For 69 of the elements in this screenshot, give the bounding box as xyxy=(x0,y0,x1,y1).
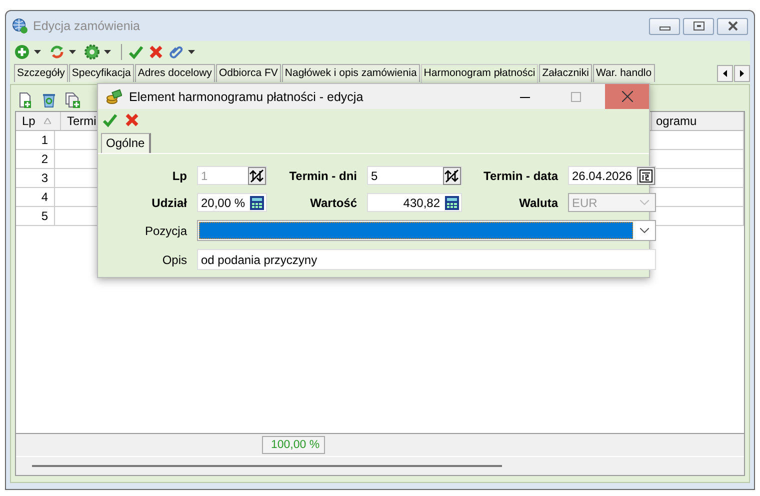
close-button[interactable] xyxy=(717,18,748,34)
triangle-right-icon xyxy=(740,70,744,77)
recycle-bin-icon[interactable] xyxy=(41,92,57,108)
field-label: Udział xyxy=(150,196,187,210)
tab[interactable]: Specyfikacja xyxy=(68,64,134,82)
field-label: Pozycja xyxy=(144,224,187,238)
restore-icon xyxy=(692,21,704,31)
field-label: Opis xyxy=(161,252,187,266)
calendar-icon[interactable] xyxy=(637,166,655,184)
chevron-down-icon xyxy=(640,200,649,205)
tab[interactable]: Szczegóły xyxy=(14,64,68,82)
tab[interactable]: Ogólne xyxy=(101,133,151,153)
input-field[interactable]: 430,82 xyxy=(367,193,462,212)
maximize-icon xyxy=(571,92,581,102)
field-label: Termin - dni xyxy=(288,168,357,182)
table-cell: 1 xyxy=(16,131,55,149)
close-button[interactable] xyxy=(605,84,649,109)
dropdown[interactable] xyxy=(197,220,656,241)
column-header[interactable]: Lp xyxy=(16,112,61,130)
caret-icon[interactable] xyxy=(69,50,76,54)
input-field[interactable]: 20,00 % xyxy=(197,193,267,212)
paperclip-icon[interactable] xyxy=(168,44,184,60)
chevron-down-icon xyxy=(640,228,649,233)
tab[interactable]: Adres docelowy xyxy=(134,64,215,82)
tab[interactable]: Odbiorca FV xyxy=(216,64,281,82)
add-icon[interactable] xyxy=(14,44,30,60)
input-field[interactable]: 5 xyxy=(367,166,462,185)
close-icon xyxy=(726,21,738,31)
scroll-right-button[interactable] xyxy=(734,65,750,82)
column-header[interactable]: ogramu xyxy=(652,112,744,130)
cross-icon[interactable] xyxy=(148,44,164,60)
caret-icon[interactable] xyxy=(34,50,41,54)
coins-icon xyxy=(106,88,122,104)
scrollbar[interactable] xyxy=(32,465,502,467)
calculator-icon[interactable] xyxy=(248,194,266,212)
dialog-title: Element harmonogramu płatności - edycja xyxy=(129,90,364,104)
field-label: Wartość xyxy=(309,196,357,210)
table-cell: 3 xyxy=(16,169,55,187)
scroll-left-button[interactable] xyxy=(717,65,733,82)
caret-icon[interactable] xyxy=(104,50,111,54)
total-sum: 100,00 % xyxy=(262,436,325,454)
tab[interactable]: Nagłówek i opis zamówienia xyxy=(282,64,420,82)
field-label: Lp xyxy=(171,168,187,182)
minimize-button[interactable] xyxy=(649,18,680,34)
spin-icon[interactable] xyxy=(443,166,461,184)
document-add-icon[interactable] xyxy=(17,92,33,108)
field-label: Termin - data xyxy=(482,168,558,182)
document-copy-icon[interactable] xyxy=(65,92,81,108)
input-field[interactable]: 26.04.2026 xyxy=(568,166,656,185)
table-cell: 5 xyxy=(16,207,55,225)
gear-icon[interactable] xyxy=(84,44,100,60)
close-icon xyxy=(622,91,632,102)
sort-icon xyxy=(44,118,52,124)
check-icon[interactable] xyxy=(128,44,144,60)
input-field[interactable]: od podania przyczyny xyxy=(197,249,656,270)
tab[interactable]: Załaczniki xyxy=(539,64,592,82)
tab[interactable]: Harmonogram płatności xyxy=(420,64,538,84)
field-label: Waluta xyxy=(518,196,558,210)
window-title: Edycja zamówienia xyxy=(33,19,140,33)
caret-icon[interactable] xyxy=(188,50,195,54)
table-cell: 2 xyxy=(16,150,55,168)
check-icon[interactable] xyxy=(102,112,118,128)
table-cell: 4 xyxy=(16,188,55,206)
triangle-left-icon xyxy=(723,70,727,77)
calculator-icon[interactable] xyxy=(443,194,461,212)
restore-button[interactable] xyxy=(683,18,714,34)
globe-icon xyxy=(12,18,28,34)
tab[interactable]: War. handlo xyxy=(592,64,655,82)
cross-icon[interactable] xyxy=(124,112,140,128)
